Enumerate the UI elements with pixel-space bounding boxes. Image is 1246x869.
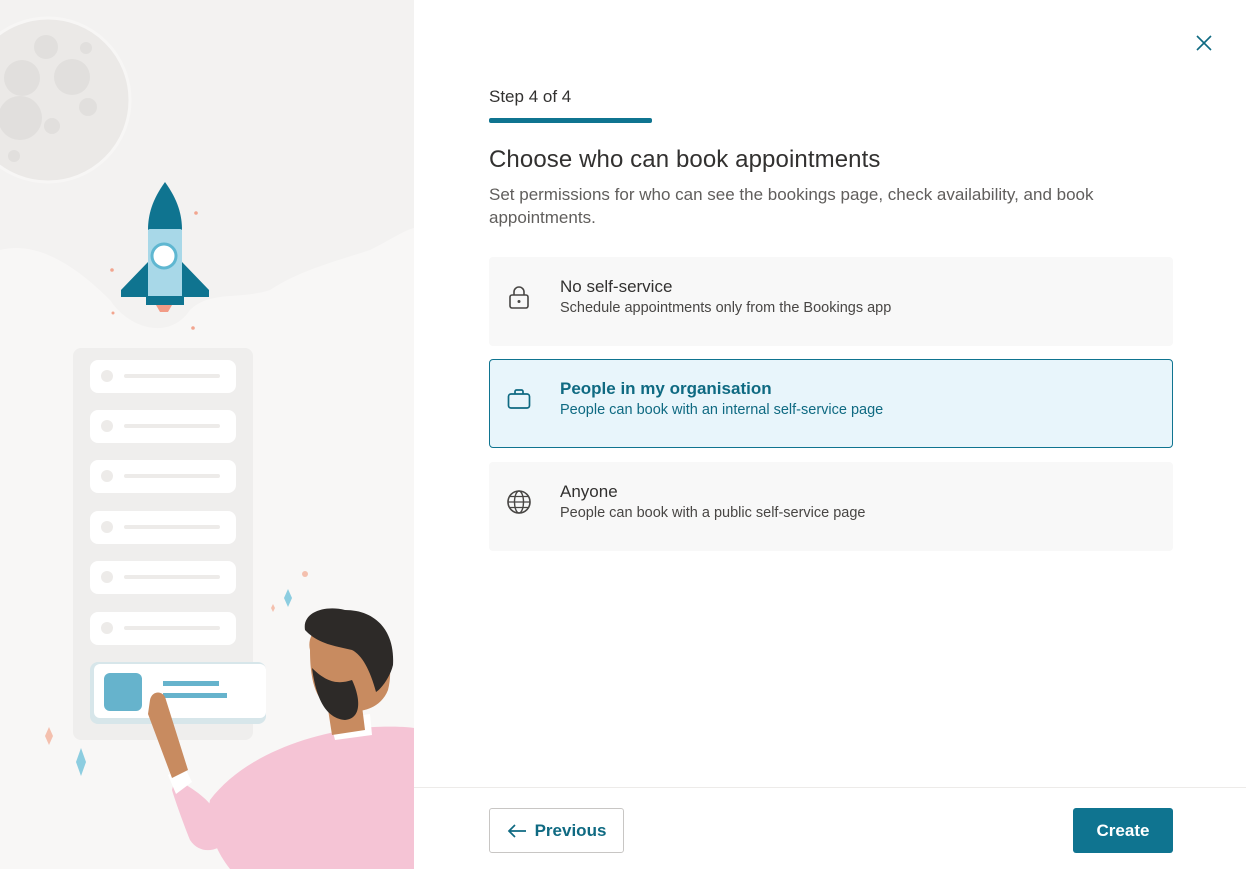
progress-bar [489,118,652,123]
page-title: Choose who can book appointments [489,146,881,173]
option-people-in-my-organisation[interactable]: People in my organisation People can boo… [489,359,1173,448]
onboarding-illustration [0,0,414,869]
option-no-self-service[interactable]: No self-service Schedule appointments on… [489,257,1173,346]
booking-permissions-panel: Step 4 of 4 Choose who can book appointm… [414,0,1246,869]
create-button[interactable]: Create [1073,808,1173,853]
close-button[interactable] [1192,31,1216,55]
option-description: People can book with an internal self-se… [560,402,884,418]
option-description: Schedule appointments only from the Book… [560,300,892,316]
option-title: Anyone [560,482,618,501]
close-icon [1196,35,1212,51]
option-title: No self-service [560,277,673,296]
briefcase-icon [506,386,532,412]
footer-divider [414,787,1246,788]
option-description: People can book with a public self-servi… [560,505,866,521]
previous-button-label: Previous [534,820,607,840]
step-indicator: Step 4 of 4 [489,87,572,106]
page-subtitle: Set permissions for who can see the book… [489,185,1094,227]
lock-icon [506,284,532,310]
option-anyone[interactable]: Anyone People can book with a public sel… [489,462,1173,551]
arrow-left-icon [507,823,526,838]
rocket-person-illustration [0,16,414,869]
option-title: People in my organisation [560,379,772,398]
globe-icon [506,489,532,515]
previous-button[interactable]: Previous [489,808,624,853]
